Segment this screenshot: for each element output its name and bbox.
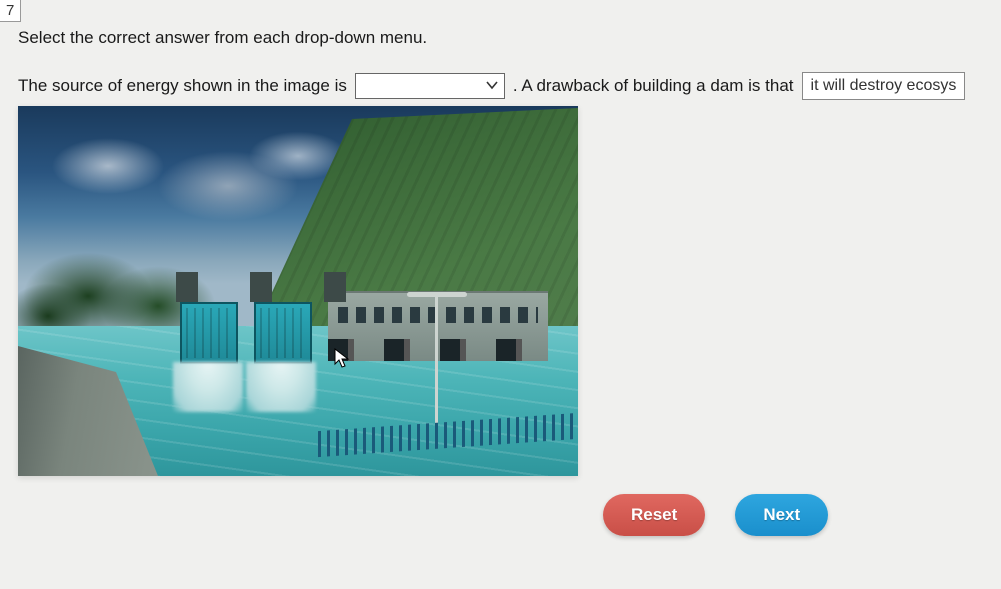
question-image xyxy=(18,106,578,476)
sentence-part-1: The source of energy shown in the image … xyxy=(18,76,347,96)
reset-button[interactable]: Reset xyxy=(603,494,705,536)
question-content: Select the correct answer from each drop… xyxy=(0,0,1001,536)
next-button[interactable]: Next xyxy=(735,494,828,536)
drawback-dropdown[interactable]: it will destroy ecosys xyxy=(802,72,966,100)
action-buttons: Reset Next xyxy=(603,494,983,536)
chevron-down-icon xyxy=(486,80,498,93)
fill-in-sentence: The source of energy shown in the image … xyxy=(18,72,983,100)
dropdown-2-value: it will destroy ecosys xyxy=(811,77,957,95)
instruction-text: Select the correct answer from each drop… xyxy=(18,28,983,48)
sentence-part-2: . A drawback of building a dam is that xyxy=(513,76,794,96)
energy-source-dropdown[interactable] xyxy=(355,73,505,99)
question-number-badge: 7 xyxy=(0,0,21,22)
